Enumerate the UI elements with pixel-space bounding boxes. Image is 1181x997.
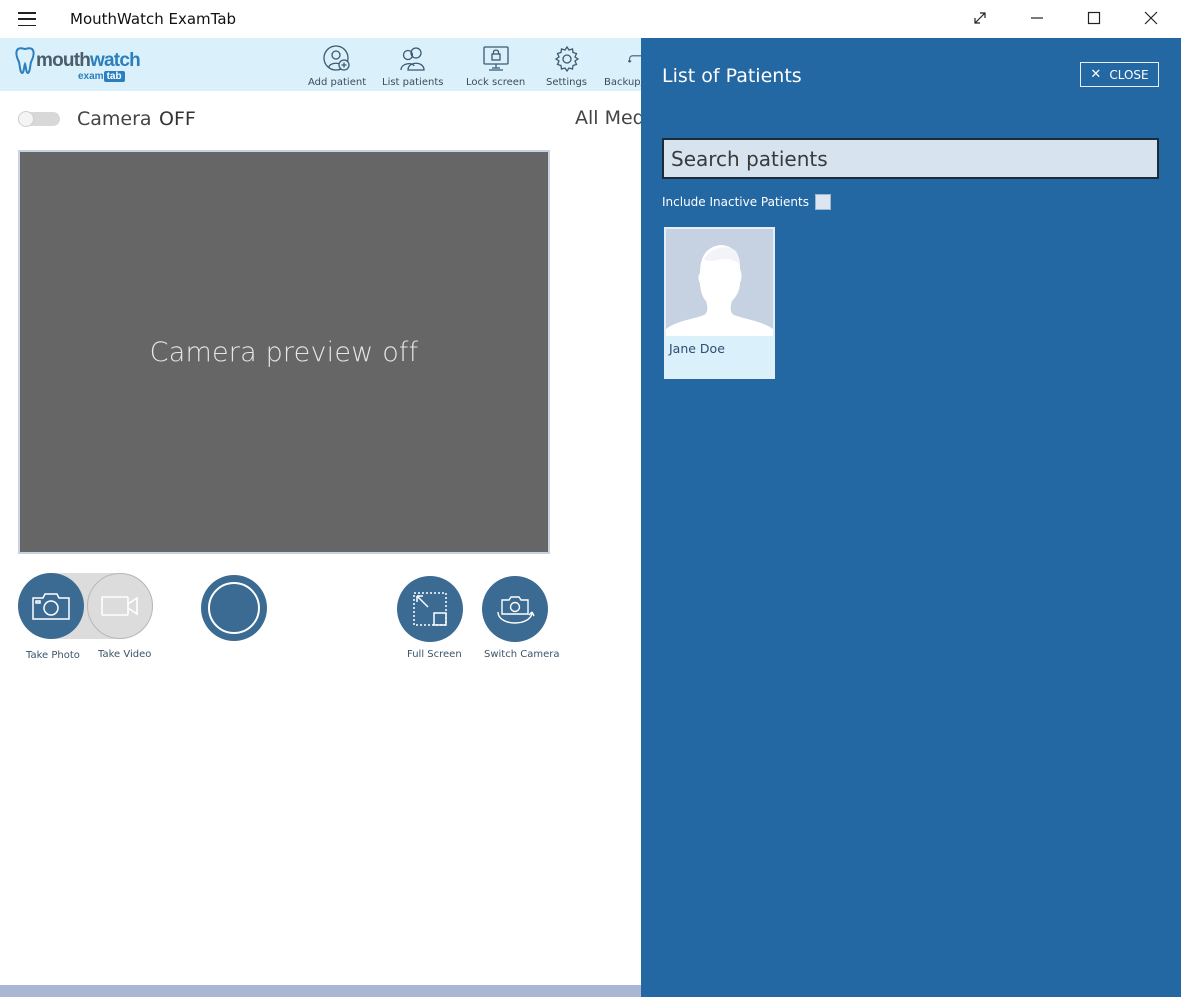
full-screen-button[interactable] [397,576,463,642]
settings-button[interactable]: Settings [546,44,587,88]
lock-screen-icon [479,44,513,74]
switch-camera-button[interactable] [482,576,548,642]
patient-card[interactable]: Jane Doe [664,227,775,379]
close-label: CLOSE [1109,67,1149,82]
search-patients-input[interactable] [662,138,1159,179]
toggle-knob [18,111,34,127]
close-icon: ✕ [1090,67,1102,82]
full-screen-label: Full Screen [407,649,462,660]
include-inactive-checkbox[interactable] [814,194,831,210]
camera-preview: Camera preview off [18,150,550,554]
close-panel-button[interactable]: ✕ CLOSE [1080,62,1159,87]
app-window: MouthWatch ExamTab mouthwatch exam tab A… [0,0,1181,997]
hamburger-menu-icon[interactable] [16,10,38,28]
logo-wordmark: mouthwatch [36,50,141,71]
shutter-ring-icon [208,582,260,634]
take-photo-label: Take Photo [26,650,80,661]
include-inactive-row: Include Inactive Patients [662,194,831,210]
bottom-scroll-strip [0,985,641,997]
shutter-button[interactable] [201,575,267,641]
app-title: MouthWatch ExamTab [70,10,237,28]
tooth-logo-icon [15,47,35,75]
panel-title: List of Patients [662,65,802,87]
full-screen-icon [413,592,447,626]
expand-icon[interactable] [952,0,1008,36]
camera-icon [32,593,70,620]
all-media-tab[interactable]: All Med [575,107,645,129]
backup-icon [610,44,645,74]
take-video-button[interactable] [87,573,153,639]
close-window-icon[interactable] [1123,0,1179,36]
avatar [666,229,773,336]
toolbar: mouthwatch exam tab Add patient List pat… [0,38,651,91]
list-patients-icon [396,44,430,74]
logo-subtitle: exam tab [78,71,125,82]
switch-camera-icon [497,596,535,624]
take-photo-button[interactable] [18,573,84,639]
gear-icon [550,44,584,74]
preview-status-text: Camera preview off [149,336,419,368]
camera-toggle[interactable] [18,111,60,127]
video-camera-icon [101,596,138,616]
maximize-icon[interactable] [1066,0,1122,36]
add-patient-icon [320,44,354,74]
camera-label: Camera [77,108,152,130]
patient-name: Jane Doe [669,341,725,356]
add-patient-button[interactable]: Add patient [308,44,366,88]
include-inactive-label: Include Inactive Patients [662,195,809,209]
lock-screen-button[interactable]: Lock screen [466,44,525,88]
person-silhouette-icon [666,229,773,336]
camera-state: OFF [159,108,196,130]
switch-camera-label: Switch Camera [484,649,560,660]
patient-list-panel: List of Patients ✕ CLOSE Include Inactiv… [641,38,1181,997]
mouthwatch-logo: mouthwatch exam tab [14,44,141,84]
minimize-icon[interactable] [1009,0,1065,36]
list-patients-button[interactable]: List patients [382,44,443,88]
title-bar: MouthWatch ExamTab [0,0,1181,38]
take-video-label: Take Video [98,649,152,660]
